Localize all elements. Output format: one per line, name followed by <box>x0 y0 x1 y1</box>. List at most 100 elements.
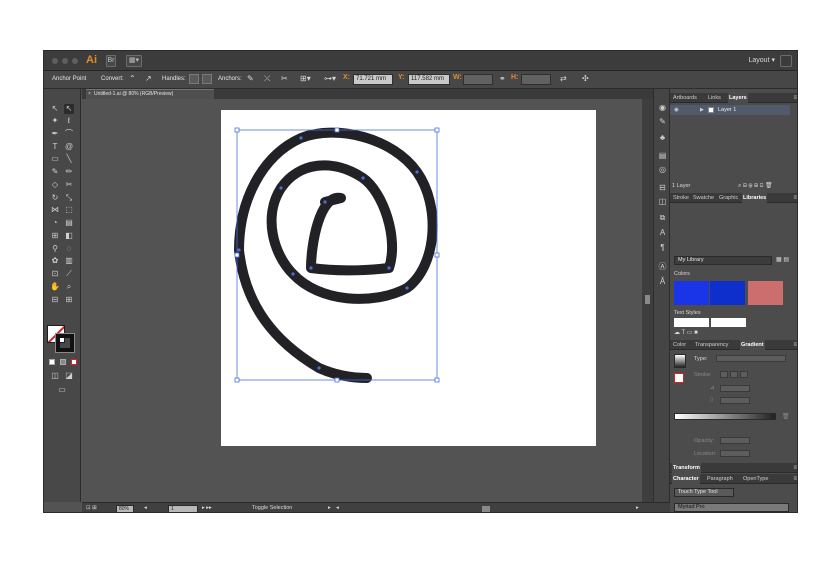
pencil-tool-icon[interactable]: ✏ <box>64 167 74 177</box>
gradient-tool-icon[interactable]: ◧ <box>64 231 74 241</box>
magic-wand-tool-icon[interactable]: ✦ <box>50 116 60 126</box>
line-tool-icon[interactable]: ╲ <box>64 154 74 164</box>
horizontal-scrollbar-thumb[interactable] <box>482 506 490 512</box>
horizontal-scroll-right-icon[interactable]: ▸ <box>636 505 639 511</box>
search-icon[interactable] <box>780 55 792 67</box>
curvature-tool-icon[interactable]: ⌒ <box>64 129 74 139</box>
perspective-grid-tool-icon[interactable]: ▤ <box>64 218 74 228</box>
none-mode-icon[interactable] <box>71 359 77 365</box>
rectangle-tool-icon[interactable]: ▭ <box>50 154 60 164</box>
minimize-window-dot[interactable] <box>62 58 68 64</box>
pen-tool-icon[interactable]: ✒ <box>50 129 60 139</box>
angle-field[interactable] <box>720 385 750 392</box>
library-select[interactable]: My Library <box>674 256 772 265</box>
tab-libraries[interactable]: Libraries <box>742 193 768 203</box>
artboard-nav-icon[interactable]: ⊞ <box>64 295 74 305</box>
zoom-tool-icon[interactable]: ⌕ <box>64 282 74 292</box>
brushes-icon[interactable]: ✎ <box>658 117 667 126</box>
zoom-field[interactable]: 80% <box>116 505 134 512</box>
gradient-type-select[interactable] <box>716 355 786 362</box>
lasso-tool-icon[interactable]: ℓ <box>64 116 74 126</box>
free-transform-tool-icon[interactable]: ⬚ <box>64 205 74 215</box>
tab-paragraph[interactable]: Paragraph <box>706 474 734 484</box>
height-field[interactable] <box>521 74 551 85</box>
document-tab[interactable]: × Untitled-1.ai @ 80% (RGB/Preview) <box>86 89 214 99</box>
rotate-tool-icon[interactable]: ↻ <box>50 193 60 203</box>
library-color-1[interactable] <box>674 281 709 305</box>
transform-menu-icon[interactable]: ≡ <box>793 463 797 473</box>
align-icon[interactable]: ⊟ <box>658 183 667 192</box>
eyedropper-tool-icon[interactable]: ⚲ <box>50 244 60 254</box>
tab-transform[interactable]: Transform <box>672 463 701 473</box>
convert-to-smooth-icon[interactable]: ↗ <box>145 74 152 84</box>
connect-anchors-icon[interactable]: ⤫ <box>264 74 270 84</box>
stroke-option-3[interactable] <box>740 371 748 378</box>
align-options-icon[interactable]: ⊞▾ <box>300 74 311 84</box>
isolate-icon[interactable]: ⇄ <box>560 74 567 84</box>
tab-transparency[interactable]: Transparency <box>694 340 729 350</box>
stroke-option-1[interactable] <box>720 371 728 378</box>
shape-builder-tool-icon[interactable]: ◔ <box>50 218 60 228</box>
cut-path-icon[interactable]: ✂ <box>281 74 288 84</box>
delete-stop-icon[interactable]: 🗑 <box>782 413 790 420</box>
opentype-icon[interactable]: Ⓐ <box>658 262 667 271</box>
opacity-field[interactable] <box>720 437 750 444</box>
selection-tool-icon[interactable]: ↖ <box>50 104 60 114</box>
draw-normal-icon[interactable]: ◫ <box>50 371 60 381</box>
layer-row[interactable]: ◉ ▶ Layer 1 <box>670 105 790 115</box>
gradient-menu-icon[interactable]: ≡ <box>793 340 797 350</box>
text-style-sample-1[interactable] <box>674 318 709 327</box>
character-icon[interactable]: A <box>658 228 667 237</box>
tab-artboards[interactable]: Artboards <box>672 93 698 103</box>
horizontal-scroll-left-icon[interactable]: ◂ <box>336 505 339 511</box>
graph-tool-icon[interactable]: ▥ <box>64 256 74 266</box>
text-style-sample-2[interactable] <box>711 318 746 327</box>
screen-mode-icon[interactable]: ▭ <box>57 385 67 395</box>
close-window-dot[interactable] <box>52 58 58 64</box>
gradient-mode-icon[interactable] <box>60 359 66 365</box>
appearance-icon[interactable]: ◎ <box>658 165 667 174</box>
tab-graphic-styles[interactable]: Graphic <box>718 193 739 203</box>
library-color-2[interactable] <box>710 281 745 305</box>
arrange-documents-icon[interactable]: ▦▾ <box>126 55 142 67</box>
location-field[interactable] <box>720 450 750 457</box>
tab-character[interactable]: Character <box>672 474 700 484</box>
touch-type-tool-button[interactable]: Touch Type Tool <box>674 488 734 497</box>
reference-point-icon[interactable]: ⊶▾ <box>324 74 336 84</box>
width-tool-icon[interactable]: ⋈ <box>50 205 60 215</box>
gradient-thumbnail[interactable] <box>674 354 686 368</box>
remove-anchor-icon[interactable]: ✎ <box>247 74 254 84</box>
bridge-icon[interactable]: Br <box>106 55 116 67</box>
mesh-tool-icon[interactable]: ⊞ <box>50 231 60 241</box>
expand-layer-icon[interactable]: ▶ <box>700 105 704 115</box>
stroke-option-2[interactable] <box>730 371 738 378</box>
next-artboard-icon[interactable]: ▸ ▸▸ <box>202 505 212 511</box>
symbol-sprayer-tool-icon[interactable]: ✿ <box>50 256 60 266</box>
artboard[interactable] <box>221 110 596 446</box>
library-color-3[interactable] <box>748 281 783 305</box>
artboard-number-field[interactable]: 1 <box>168 505 198 512</box>
draw-behind-icon[interactable]: ◪ <box>64 371 74 381</box>
status-menu-icon[interactable]: ▸ <box>328 505 331 511</box>
aspect-ratio-field[interactable] <box>720 397 750 404</box>
canvas-area[interactable] <box>82 99 642 502</box>
library-view-icons[interactable]: ▦ ▤ <box>776 256 789 263</box>
draw-mode-icon[interactable]: ⊟ <box>50 295 60 305</box>
transform-icon[interactable]: ✣ <box>582 74 589 84</box>
color-mode-icon[interactable] <box>49 359 55 365</box>
pathfinder-icon[interactable]: ◫ <box>658 197 667 206</box>
paintbrush-tool-icon[interactable]: ✎ <box>50 167 60 177</box>
y-coordinate-field[interactable]: 117.582 mm <box>408 74 450 85</box>
show-handles-button[interactable] <box>189 74 199 84</box>
tab-swatches[interactable]: Swatche <box>692 193 715 203</box>
layers-footer-icons[interactable]: ⌕ ⊟ ⊕ ⊞ ⊡ 🗑 <box>738 182 773 190</box>
library-footer-icons[interactable]: ☁ T ▭ ■ <box>674 329 698 336</box>
x-coordinate-field[interactable]: 71.721 mm <box>353 74 393 85</box>
tab-layers[interactable]: Layers <box>728 93 748 103</box>
color-guide-icon[interactable]: ◉ <box>658 103 667 112</box>
transform-panel-header[interactable]: Transform ≡ <box>670 463 797 473</box>
stroke-swatch-gradient[interactable] <box>674 373 684 383</box>
tab-gradient[interactable]: Gradient <box>740 340 765 350</box>
gradient-slider[interactable] <box>674 413 776 420</box>
glyphs-icon[interactable]: Ǎ <box>658 277 667 286</box>
